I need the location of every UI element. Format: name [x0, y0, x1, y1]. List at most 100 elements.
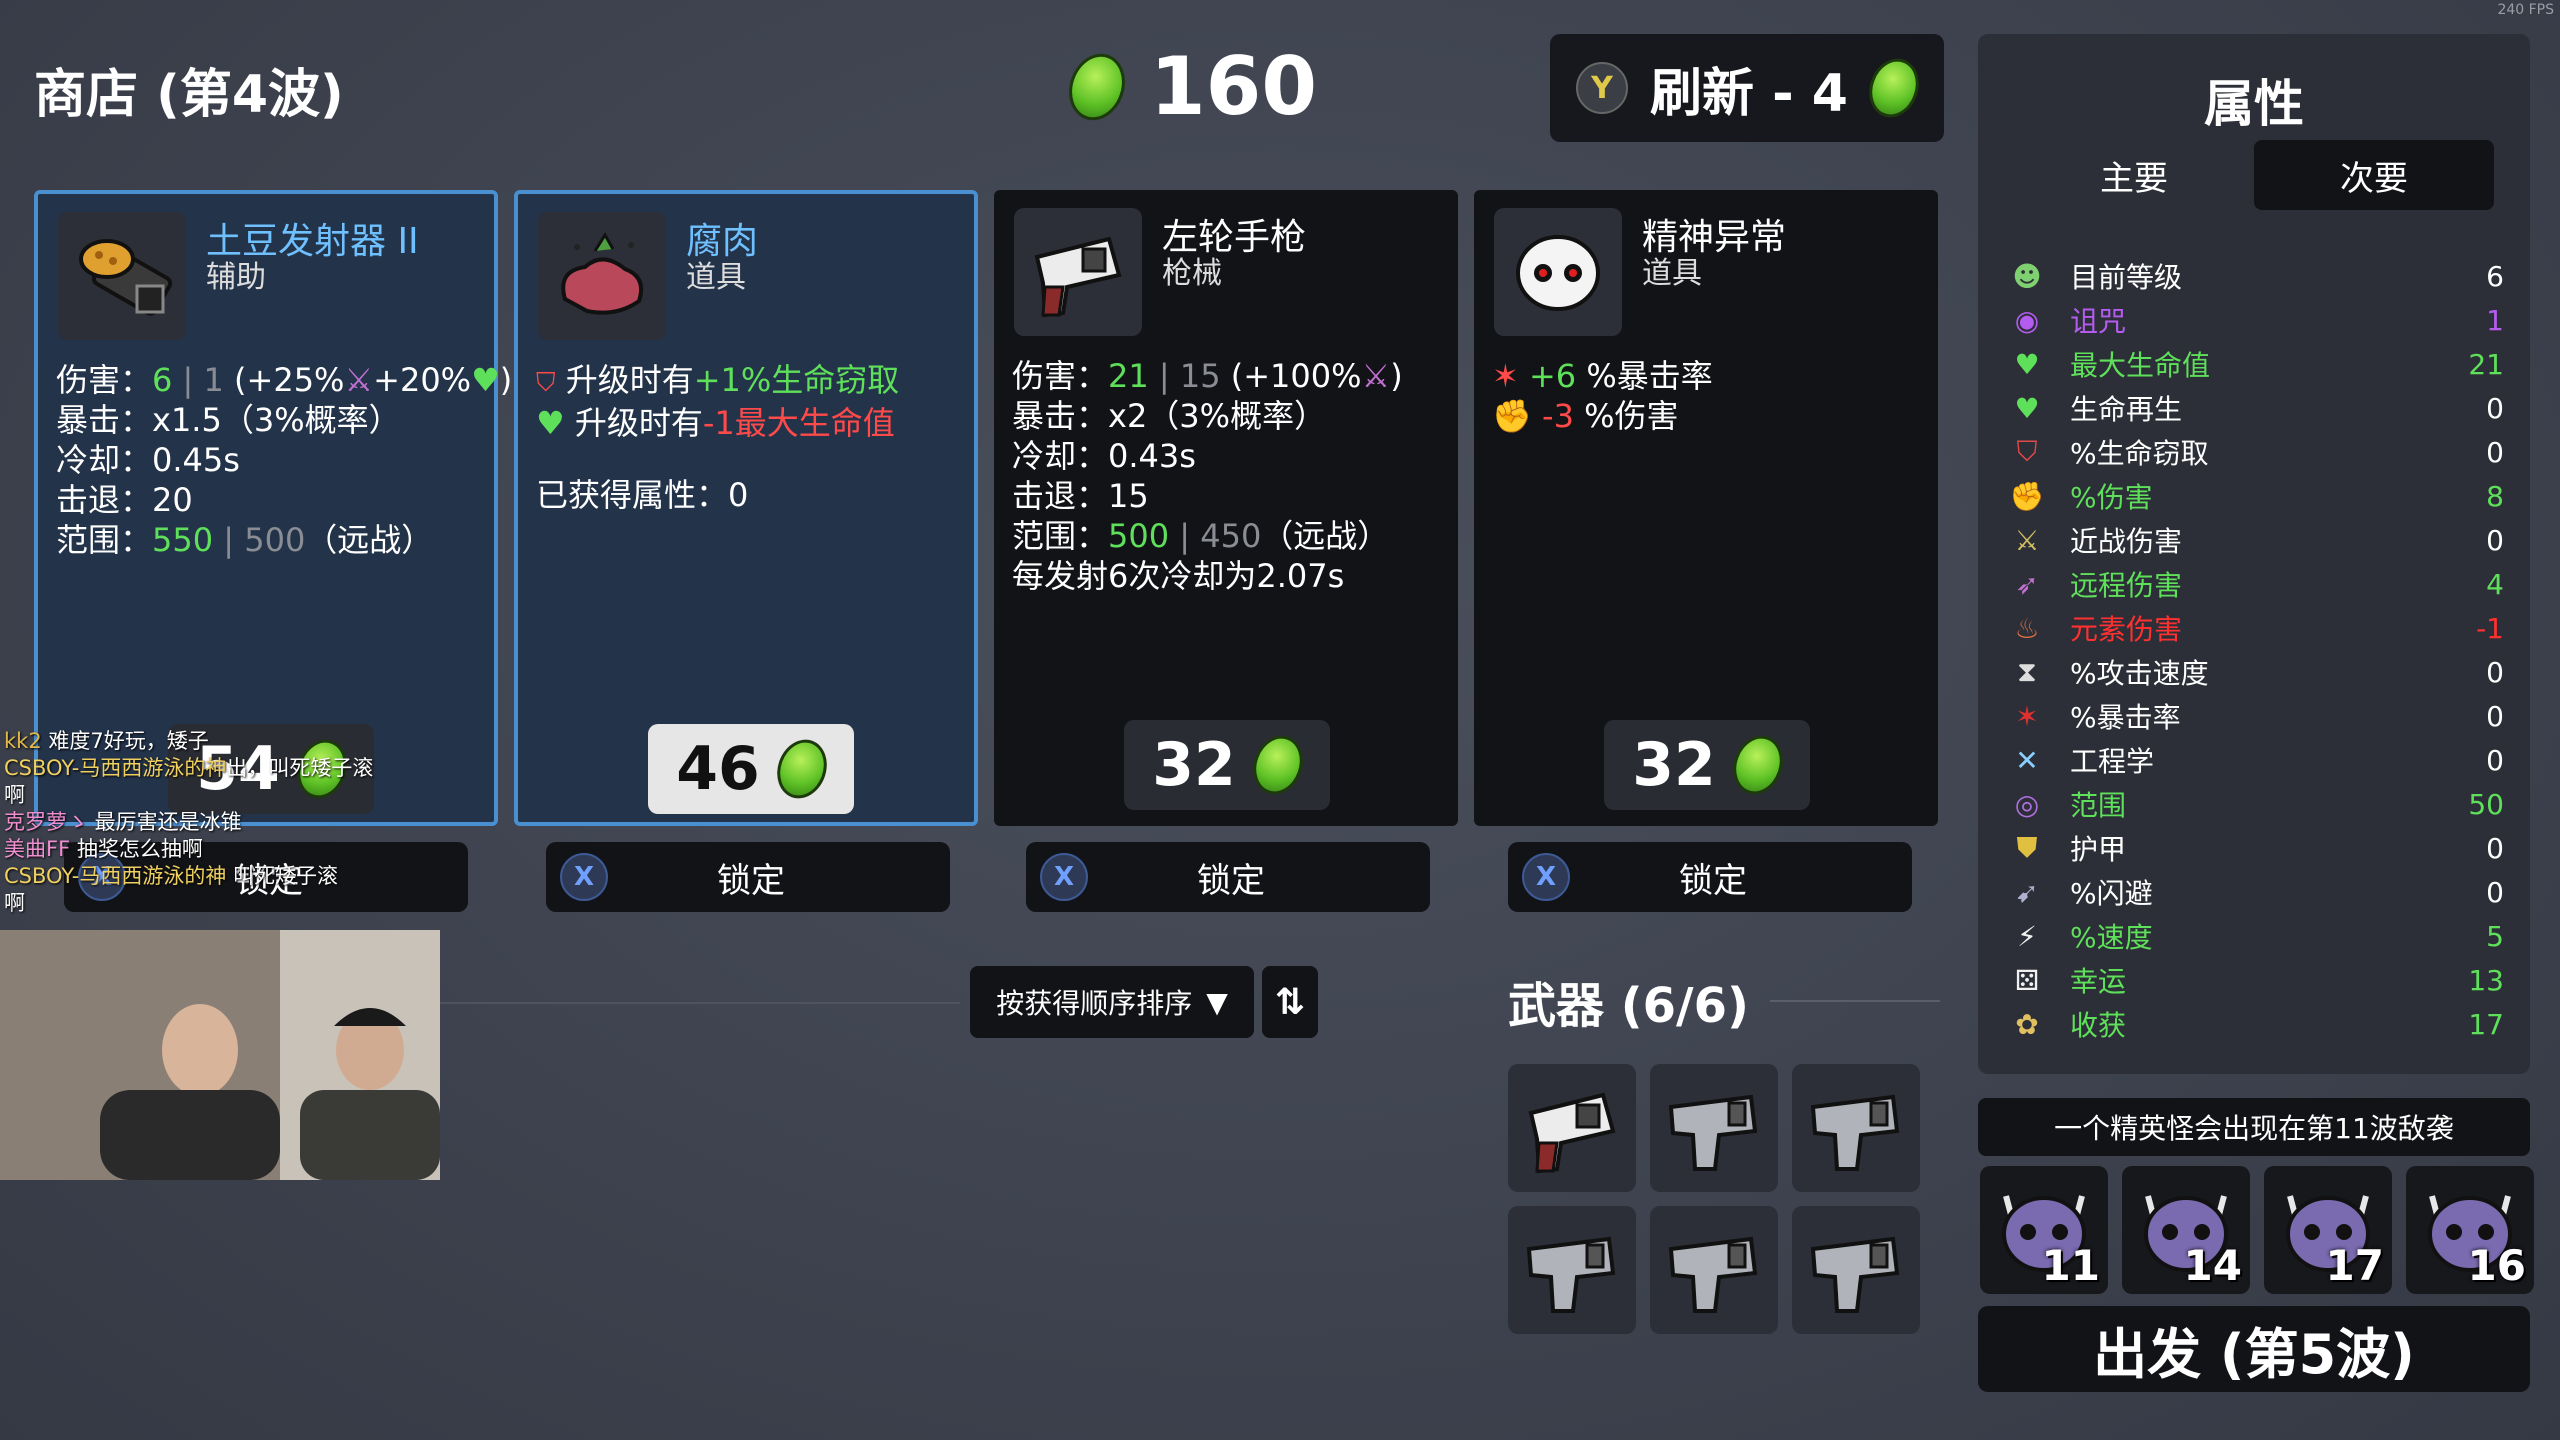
- stat-name: 近战伤害: [2070, 525, 2183, 558]
- lifesteal-icon: ⛉: [536, 368, 556, 398]
- stat-value: 4: [2486, 567, 2504, 601]
- stat-name: 最大生命值: [2070, 349, 2211, 382]
- stat-name: %伤害: [2070, 481, 2153, 514]
- webcam-overlay: [0, 930, 440, 1180]
- shop-item-card[interactable]: 精神异常 道具 ✶ +6 %暴击率 ✊ -3 %伤害 32: [1474, 190, 1938, 826]
- stat-row[interactable]: ➶ 远程伤害 4: [2008, 562, 2504, 606]
- range-icon: ◎: [2014, 787, 2040, 821]
- crit-line: 暴击：x2（3%概率）: [1012, 397, 1327, 435]
- enemy-wave-number: 14: [2183, 1241, 2242, 1290]
- stat-row[interactable]: ◎ 范围 50: [2008, 782, 2504, 826]
- buy-button[interactable]: 32: [1604, 720, 1810, 810]
- shop-item-card[interactable]: 左轮手枪 枪械 伤害：21 | 15 (+100%⚔) 暴击：x2（3%概率） …: [994, 190, 1458, 826]
- stat-name: 诅咒: [2070, 305, 2127, 338]
- buy-button[interactable]: 46: [648, 724, 854, 814]
- stream-chat: kk2 难度7好玩，矮子 CSBOY-马西西游泳的神出，叫死矮子滚啊克罗萝ゝ 最厉…: [4, 728, 373, 917]
- revolver-icon: [1014, 208, 1142, 336]
- stat-name: 收获: [2070, 1009, 2127, 1042]
- weapons-title: 武器 (6/6): [1508, 978, 1749, 1034]
- item-stats: ✶ +6 %暴击率 ✊ -3 %伤害: [1492, 356, 1713, 436]
- stat-row[interactable]: ✿ 收获 17: [2008, 1002, 2504, 1046]
- tab-secondary[interactable]: 次要: [2254, 140, 2494, 210]
- tab-primary[interactable]: 主要: [2014, 140, 2254, 210]
- fps-counter: 240 FPS: [2497, 2, 2554, 18]
- material-coin-icon: [1244, 728, 1311, 802]
- stat-value: 5: [2486, 919, 2504, 953]
- stat-name: %攻击速度: [2070, 657, 2209, 690]
- divider: [1770, 1000, 1940, 1002]
- material-coin-icon: [1059, 45, 1135, 128]
- smg-icon: [1668, 1094, 1758, 1171]
- stat-row[interactable]: ⚔ 近战伤害 0: [2008, 518, 2504, 562]
- enemy-wave-number: 17: [2325, 1241, 2384, 1290]
- weapon-slot[interactable]: [1508, 1064, 1636, 1192]
- acquired-stats: 已获得属性：0: [536, 476, 749, 514]
- crit-chance-icon: ✶: [2015, 699, 2039, 733]
- smg-icon: [1810, 1236, 1900, 1313]
- hp-heart-icon: ♥: [536, 404, 565, 442]
- hp-regen-icon: ♥: [2014, 391, 2040, 425]
- effect-value: +1%生命窃取: [693, 361, 900, 399]
- enemy-wave-number: 16: [2467, 1241, 2526, 1290]
- buy-button[interactable]: 32: [1124, 720, 1330, 810]
- stat-row[interactable]: ⚡ %速度 5: [2008, 914, 2504, 958]
- stat-row[interactable]: ✶ %暴击率 0: [2008, 694, 2504, 738]
- weapon-slot[interactable]: [1650, 1206, 1778, 1334]
- lock-button[interactable]: X 锁定: [546, 842, 950, 912]
- x-button-icon: X: [1522, 853, 1570, 901]
- stat-row[interactable]: ◉ 诅咒 1: [2008, 298, 2504, 342]
- effect-value: -1最大生命值: [702, 404, 895, 442]
- start-wave-button[interactable]: 出发 (第5波): [1978, 1306, 2530, 1392]
- stat-row[interactable]: ⧗ %攻击速度 0: [2008, 650, 2504, 694]
- crit-chance-icon: ✶: [1492, 357, 1519, 395]
- stat-name: %闪避: [2070, 877, 2153, 910]
- stat-row[interactable]: ♥ 生命再生 0: [2008, 386, 2504, 430]
- stat-name: 工程学: [2070, 745, 2155, 778]
- potato-launcher-icon: [58, 212, 186, 340]
- stat-name: 元素伤害: [2070, 613, 2183, 646]
- chat-text: 抽奖怎么抽啊: [70, 837, 203, 861]
- weapon-slot[interactable]: [1508, 1206, 1636, 1334]
- reroll-button[interactable]: Y 刷新 - 4: [1550, 34, 1944, 142]
- stat-base: 450: [1200, 517, 1262, 555]
- stat-row[interactable]: ✊ %伤害 8: [2008, 474, 2504, 518]
- stat-row[interactable]: ♥ 最大生命值 21: [2008, 342, 2504, 386]
- lock-label: 锁定: [1679, 860, 1747, 901]
- price-value: 32: [1152, 730, 1236, 800]
- stat-name: 生命再生: [2070, 393, 2183, 426]
- engineering-icon: ✕: [2015, 743, 2039, 777]
- dodge-icon: ➹: [2015, 875, 2039, 909]
- crit-line: 暴击：x1.5（3%概率）: [56, 401, 401, 439]
- item-stats: 伤害：6 | 1 (+25%⚔+20%♥) 暴击：x1.5（3%概率） 冷却：0…: [56, 360, 512, 560]
- lock-button[interactable]: X 锁定: [1026, 842, 1430, 912]
- lock-label: 锁定: [1197, 860, 1265, 901]
- weapon-slot[interactable]: [1792, 1064, 1920, 1192]
- stat-sep: |: [172, 361, 204, 399]
- stat-row[interactable]: ☻ 目前等级 6: [2008, 254, 2504, 298]
- stat-range-type: （远战）: [1261, 517, 1390, 555]
- stat-value: 0: [2486, 523, 2504, 557]
- price-value: 46: [676, 734, 760, 804]
- knockback-line: 击退：15: [1012, 477, 1149, 515]
- stat-label: 伤害：: [1012, 357, 1109, 395]
- stat-row[interactable]: ⚄ 幸运 13: [2008, 958, 2504, 1002]
- stat-row[interactable]: ⛊ 护甲 0: [2008, 826, 2504, 870]
- lock-label: 锁定: [717, 860, 785, 901]
- chat-username: 克罗萝ゝ: [4, 810, 88, 834]
- sort-dropdown[interactable]: 按获得顺序排序 ▼: [970, 966, 1254, 1038]
- weapon-slot[interactable]: [1792, 1206, 1920, 1334]
- lock-button[interactable]: X 锁定: [1508, 842, 1912, 912]
- price-value: 32: [1632, 730, 1716, 800]
- lifesteal-icon: ⛉: [2016, 435, 2038, 468]
- stat-row[interactable]: ♨ 元素伤害 -1: [2008, 606, 2504, 650]
- chat-text: 出，叫死矮子滚: [226, 756, 374, 780]
- sort-order-button[interactable]: ⇅: [1262, 966, 1318, 1038]
- shop-item-card[interactable]: 腐肉 道具 ⛉ 升级时有+1%生命窃取 ♥ 升级时有-1最大生命值 已获得属性：…: [514, 190, 978, 826]
- stat-row[interactable]: ➹ %闪避 0: [2008, 870, 2504, 914]
- stat-name: 范围: [2070, 789, 2127, 822]
- attack-speed-icon: ⧗: [2017, 655, 2037, 688]
- weapon-slot[interactable]: [1650, 1064, 1778, 1192]
- stat-value: 13: [2468, 963, 2504, 997]
- stat-row[interactable]: ⛉ %生命窃取 0: [2008, 430, 2504, 474]
- stat-row[interactable]: ✕ 工程学 0: [2008, 738, 2504, 782]
